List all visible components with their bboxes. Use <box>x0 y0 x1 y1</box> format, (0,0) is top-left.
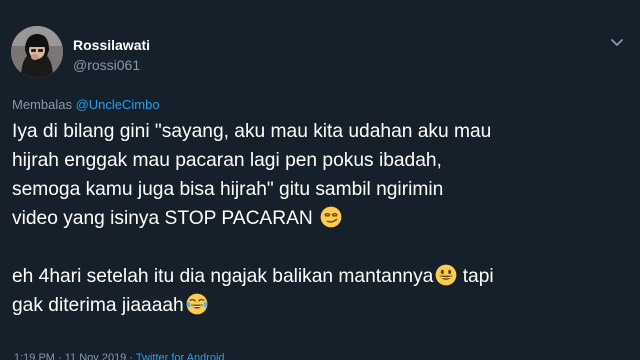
avatar[interactable] <box>11 26 63 78</box>
tweet-meta: 1:19 PM · 11 Nov 2019 · Twitter for Andr… <box>14 352 225 360</box>
tweet-line: Iya di bilang gini "sayang, aku mau kita… <box>12 121 492 142</box>
reply-mention-link[interactable]: @UncleCimbo <box>76 97 160 112</box>
tweet-line: gak diterima jiaaaah <box>12 295 184 316</box>
source-link[interactable]: Twitter for Android <box>136 352 225 360</box>
reply-context: Membalas @UncleCimbo <box>12 97 160 112</box>
avatar-image <box>11 26 63 78</box>
tweet-line-wrap: gak diterima jiaaaah <box>12 291 628 320</box>
tweet-line: eh 4hari setelah itu dia ngajak balikan … <box>12 266 434 287</box>
face-with-tears-of-joy-icon <box>186 293 208 315</box>
tweet-line: video yang isinya STOP PACARAN <box>12 208 319 229</box>
username[interactable]: @rossi061 <box>73 57 140 73</box>
smirking-face-icon <box>320 206 342 228</box>
chevron-down-icon[interactable] <box>610 38 624 48</box>
display-name[interactable]: Rossilawati <box>73 37 150 53</box>
tweet-line-wrap: eh 4hari setelah itu dia ngajak balikan … <box>12 262 628 291</box>
tweet-line: tapi <box>457 266 494 287</box>
tweet-card: Rossilawati @rossi061 Membalas @UncleCim… <box>0 0 640 360</box>
tweet-line: hijrah enggak mau pacaran lagi pen pokus… <box>12 150 442 171</box>
tweet-line: semoga kamu juga bisa hijrah" gitu sambi… <box>12 179 444 200</box>
reply-prefix: Membalas <box>12 97 72 112</box>
timestamp[interactable]: 1:19 PM · 11 Nov 2019 · <box>14 352 133 360</box>
tweet-text: Iya di bilang gini "sayang, aku mau kita… <box>12 117 628 320</box>
grinning-face-icon <box>435 264 457 286</box>
tweet-line-wrap: video yang isinya STOP PACARAN <box>12 204 628 233</box>
